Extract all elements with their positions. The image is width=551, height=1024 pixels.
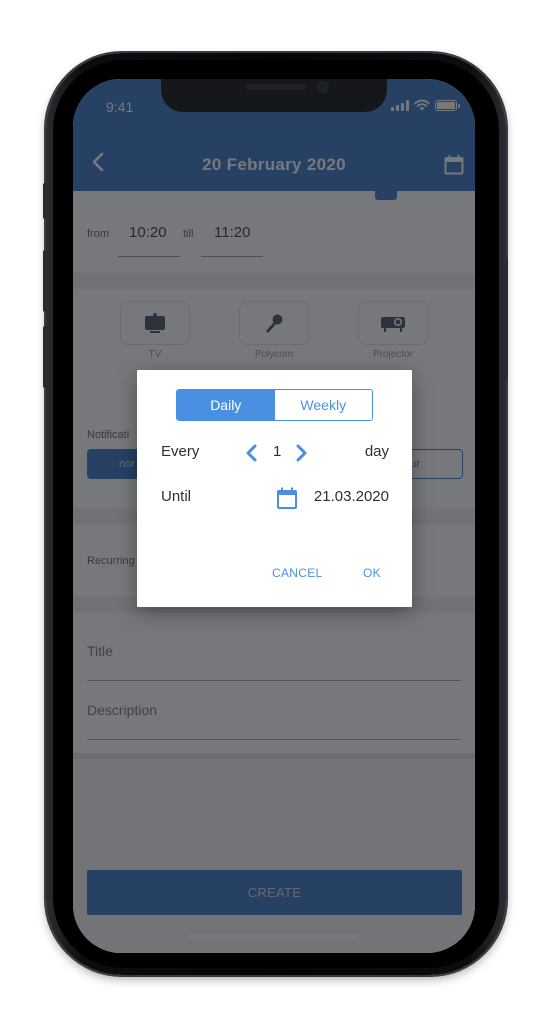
- chevron-right-icon: [296, 444, 307, 462]
- chevron-left-icon: [246, 444, 257, 462]
- mute-switch: [43, 183, 47, 219]
- increment-button[interactable]: [294, 443, 310, 463]
- recurrence-dialog: Daily Weekly Every 1 day Until 21.03.202…: [137, 370, 412, 607]
- every-label: Every: [161, 443, 200, 460]
- cancel-button[interactable]: CANCEL: [272, 566, 322, 580]
- tab-weekly[interactable]: Weekly: [274, 390, 372, 420]
- phone-screen: 9:41 20 February 2020: [73, 79, 475, 953]
- volume-down-button: [43, 326, 47, 388]
- volume-up-button: [43, 250, 47, 312]
- ok-button[interactable]: OK: [363, 566, 381, 580]
- power-button: [504, 258, 508, 378]
- frequency-segmented-control: Daily Weekly: [176, 389, 373, 421]
- decrement-button[interactable]: [243, 443, 259, 463]
- until-label: Until: [161, 488, 192, 505]
- interval-value: 1: [273, 443, 282, 460]
- interval-unit: day: [364, 443, 389, 460]
- calendar-icon: [277, 487, 297, 509]
- until-date-value[interactable]: 21.03.2020: [314, 488, 389, 505]
- tab-daily[interactable]: Daily: [177, 390, 275, 420]
- until-calendar-button[interactable]: [276, 486, 298, 510]
